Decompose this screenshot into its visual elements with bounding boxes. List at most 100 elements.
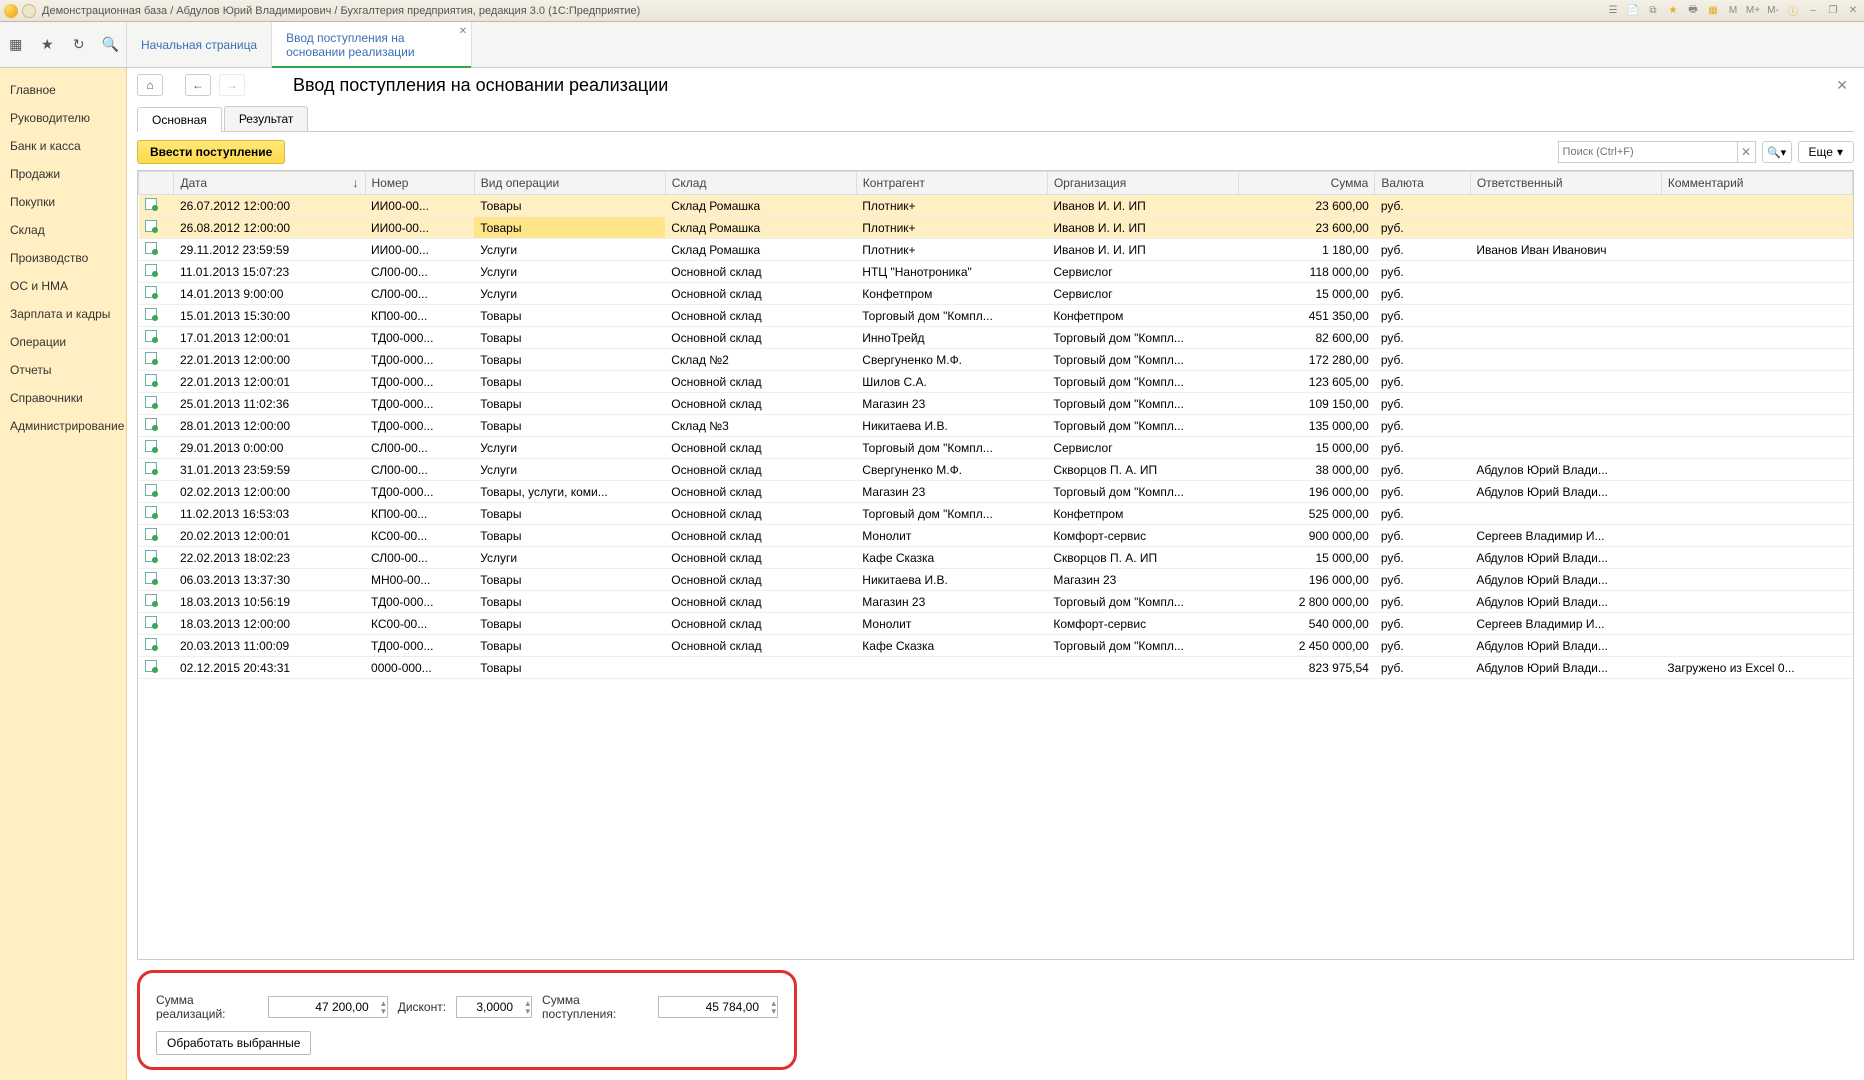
- home-button[interactable]: ⌂: [137, 74, 163, 96]
- table-row[interactable]: 11.02.2013 16:53:03КП00-00...ТоварыОснов…: [139, 503, 1853, 525]
- close-page-button[interactable]: ✕: [1830, 77, 1854, 94]
- sidebar-item[interactable]: Зарплата и кадры: [0, 300, 126, 328]
- close-icon[interactable]: ✕: [1846, 4, 1860, 18]
- sidebar-item[interactable]: Склад: [0, 216, 126, 244]
- forward-button[interactable]: →: [219, 74, 245, 96]
- column-header[interactable]: Валюта: [1375, 172, 1471, 195]
- discount-input[interactable]: [456, 996, 532, 1018]
- sidebar-item[interactable]: Производство: [0, 244, 126, 272]
- info-icon[interactable]: ⓘ: [1786, 4, 1800, 18]
- search-input[interactable]: [1558, 141, 1738, 163]
- document-icon: [145, 528, 157, 540]
- table-cell: Услуги: [474, 283, 665, 305]
- table-row[interactable]: 29.01.2013 0:00:00СЛ00-00...УслугиОсновн…: [139, 437, 1853, 459]
- star-icon[interactable]: ★: [38, 36, 56, 54]
- titlebar-mplus-icon[interactable]: M+: [1746, 4, 1760, 18]
- table-row[interactable]: 02.12.2015 20:43:310000-000...Товары823 …: [139, 657, 1853, 679]
- table-row[interactable]: 18.03.2013 12:00:00КС00-00...ТоварыОснов…: [139, 613, 1853, 635]
- titlebar-icon[interactable]: 📄: [1626, 4, 1640, 18]
- sidebar-item[interactable]: Продажи: [0, 160, 126, 188]
- sidebar-item[interactable]: Покупки: [0, 188, 126, 216]
- table-cell: Свергуненко М.Ф.: [856, 459, 1047, 481]
- table-row[interactable]: 18.03.2013 10:56:19ТД00-000...ТоварыОсно…: [139, 591, 1853, 613]
- sidebar-item[interactable]: Справочники: [0, 384, 126, 412]
- tab-close-icon[interactable]: ✕: [459, 26, 467, 37]
- star-icon[interactable]: ★: [1666, 4, 1680, 18]
- minimize-icon[interactable]: –: [1806, 4, 1820, 18]
- spinner-icon[interactable]: ▴▾: [771, 999, 776, 1015]
- titlebar-mminus-icon[interactable]: M-: [1766, 4, 1780, 18]
- table-row[interactable]: 26.08.2012 12:00:00ИИ00-00...ТоварыСклад…: [139, 217, 1853, 239]
- column-header[interactable]: Организация: [1047, 172, 1238, 195]
- table-row[interactable]: 14.01.2013 9:00:00СЛ00-00...УслугиОсновн…: [139, 283, 1853, 305]
- column-header[interactable]: Ответственный: [1470, 172, 1661, 195]
- titlebar-icon[interactable]: ☰: [1606, 4, 1620, 18]
- table-cell: Товары: [474, 305, 665, 327]
- sidebar-item[interactable]: Руководителю: [0, 104, 126, 132]
- table-row[interactable]: 11.01.2013 15:07:23СЛ00-00...УслугиОснов…: [139, 261, 1853, 283]
- search-icon[interactable]: 🔍: [101, 36, 119, 54]
- table-row[interactable]: 22.01.2013 12:00:00ТД00-000...ТоварыСкла…: [139, 349, 1853, 371]
- enter-receipt-button[interactable]: Ввести поступление: [137, 140, 285, 164]
- inner-tabstrip: Основная Результат: [137, 106, 1854, 132]
- inner-tab-main[interactable]: Основная: [137, 107, 222, 132]
- history-icon[interactable]: ↻: [70, 36, 88, 54]
- table-cell: ТД00-000...: [365, 635, 474, 657]
- app-menu-dropdown-icon[interactable]: [22, 4, 36, 18]
- column-header[interactable]: Комментарий: [1661, 172, 1852, 195]
- table-cell: Абдулов Юрий Влади...: [1470, 657, 1661, 679]
- table-cell: руб.: [1375, 349, 1471, 371]
- inner-tab-result[interactable]: Результат: [224, 106, 309, 131]
- table-row[interactable]: 20.02.2013 12:00:01КС00-00...ТоварыОснов…: [139, 525, 1853, 547]
- column-header[interactable]: Номер: [365, 172, 474, 195]
- sum-realizations-input[interactable]: [268, 996, 388, 1018]
- table-cell: [665, 657, 856, 679]
- table-row[interactable]: 22.02.2013 18:02:23СЛ00-00...УслугиОснов…: [139, 547, 1853, 569]
- table-row[interactable]: 17.01.2013 12:00:01ТД00-000...ТоварыОсно…: [139, 327, 1853, 349]
- table-row[interactable]: 22.01.2013 12:00:01ТД00-000...ТоварыОсно…: [139, 371, 1853, 393]
- more-button[interactable]: Еще▾: [1798, 141, 1854, 163]
- table-cell: руб.: [1375, 283, 1471, 305]
- sidebar-item[interactable]: Администрирование: [0, 412, 126, 440]
- table-row[interactable]: 20.03.2013 11:00:09ТД00-000...ТоварыОсно…: [139, 635, 1853, 657]
- apps-grid-icon[interactable]: ▦: [7, 36, 25, 54]
- data-grid[interactable]: Дата↓НомерВид операцииСкладКонтрагентОрг…: [137, 170, 1854, 960]
- sidebar-item[interactable]: ОС и НМА: [0, 272, 126, 300]
- table-row[interactable]: 25.01.2013 11:02:36ТД00-000...ТоварыОсно…: [139, 393, 1853, 415]
- tab-receipt-entry[interactable]: Ввод поступления на основании реализации…: [272, 22, 472, 67]
- table-cell: ИнноТрейд: [856, 327, 1047, 349]
- table-row[interactable]: 06.03.2013 13:37:30МН00-00...ТоварыОснов…: [139, 569, 1853, 591]
- titlebar-icon[interactable]: 🖶: [1686, 4, 1700, 18]
- table-row[interactable]: 31.01.2013 23:59:59СЛ00-00...УслугиОснов…: [139, 459, 1853, 481]
- sum-receipt-input[interactable]: [658, 996, 778, 1018]
- sidebar-item[interactable]: Отчеты: [0, 356, 126, 384]
- table-row[interactable]: 28.01.2013 12:00:00ТД00-000...ТоварыСкла…: [139, 415, 1853, 437]
- spinner-icon[interactable]: ▴▾: [381, 999, 386, 1015]
- back-button[interactable]: ←: [185, 74, 211, 96]
- calendar-icon[interactable]: ▦: [1706, 4, 1720, 18]
- sidebar-item[interactable]: Банк и касса: [0, 132, 126, 160]
- column-header[interactable]: Контрагент: [856, 172, 1047, 195]
- tab-start-page[interactable]: Начальная страница: [127, 22, 272, 67]
- table-row[interactable]: 15.01.2013 15:30:00КП00-00...ТоварыОснов…: [139, 305, 1853, 327]
- table-cell: 26.07.2012 12:00:00: [174, 195, 365, 217]
- titlebar-m-icon[interactable]: M: [1726, 4, 1740, 18]
- table-cell: 109 150,00: [1238, 393, 1374, 415]
- titlebar-icon[interactable]: ⧉: [1646, 4, 1660, 18]
- column-header[interactable]: Сумма: [1238, 172, 1374, 195]
- search-options-button[interactable]: 🔍▾: [1762, 141, 1792, 163]
- table-row[interactable]: 02.02.2013 12:00:00ТД00-000...Товары, ус…: [139, 481, 1853, 503]
- sidebar-item[interactable]: Главное: [0, 76, 126, 104]
- column-header[interactable]: Дата↓: [174, 172, 365, 195]
- column-header[interactable]: [139, 172, 174, 195]
- table-row[interactable]: 29.11.2012 23:59:59ИИ00-00...УслугиСклад…: [139, 239, 1853, 261]
- app-orb-icon[interactable]: [4, 4, 18, 18]
- search-clear-icon[interactable]: ✕: [1738, 141, 1756, 163]
- process-selected-button[interactable]: Обработать выбранные: [156, 1031, 311, 1055]
- spinner-icon[interactable]: ▴▾: [526, 999, 531, 1015]
- column-header[interactable]: Склад: [665, 172, 856, 195]
- maximize-icon[interactable]: ❐: [1826, 4, 1840, 18]
- column-header[interactable]: Вид операции: [474, 172, 665, 195]
- sidebar-item[interactable]: Операции: [0, 328, 126, 356]
- table-row[interactable]: 26.07.2012 12:00:00ИИ00-00...ТоварыСклад…: [139, 195, 1853, 217]
